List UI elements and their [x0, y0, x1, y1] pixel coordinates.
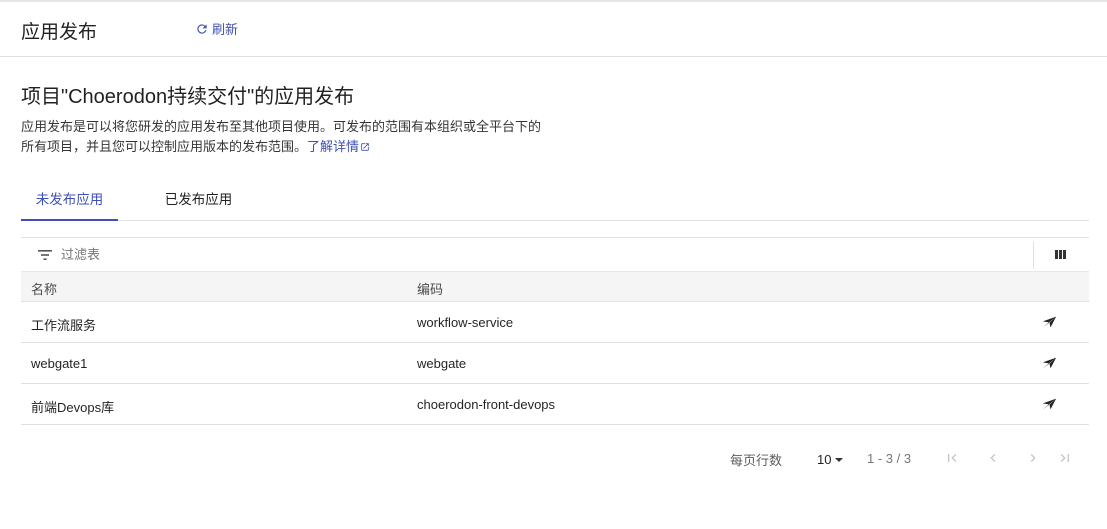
tab-unpublished-apps[interactable]: 未发布应用 [21, 181, 118, 221]
refresh-button[interactable]: 刷新 [195, 19, 238, 38]
refresh-label: 刷新 [212, 22, 239, 37]
filter-input[interactable] [61, 247, 361, 262]
page-description: 应用发布是可以将您研发的应用发布至其他项目使用。可发布的范围有本组织或全平台下的… [21, 117, 541, 157]
cell-name: 前端Devops库 [31, 400, 115, 415]
cell-code: workflow-service [417, 315, 514, 330]
table-row: 前端Devops库 choerodon-front-devops [21, 384, 1089, 425]
cell-code: webgate [417, 356, 467, 371]
chevron-right-icon[interactable] [1025, 450, 1041, 466]
page-header: 应用发布 刷新 [0, 2, 1107, 57]
page-size-select[interactable]: 10 [817, 452, 844, 467]
table-row: 工作流服务 workflow-service [21, 302, 1089, 343]
table-header: 名称 编码 [21, 271, 1089, 302]
tab-published-apps[interactable]: 已发布应用 [151, 181, 246, 221]
page-range: 1 - 3 / 3 [867, 451, 912, 466]
rows-per-page-label: 每页行数 [730, 453, 783, 468]
chevron-left-icon[interactable] [985, 450, 1001, 466]
toolbar-divider [1033, 242, 1034, 269]
apps-table: 名称 编码 工作流服务 workflow-service webgate1 we… [21, 271, 1089, 425]
filter-icon [38, 250, 52, 260]
first-page-icon[interactable] [944, 450, 960, 466]
pagination: 每页行数 10 1 - 3 / 3 [0, 450, 1107, 470]
column-header-name[interactable]: 名称 [31, 279, 57, 298]
tab-bar: 未发布应用 已发布应用 [21, 181, 1089, 221]
header-title: 应用发布 [21, 22, 98, 43]
refresh-icon [197, 23, 207, 34]
filter-bar [21, 237, 1089, 272]
caret-down-icon [835, 457, 844, 462]
send-icon[interactable] [1041, 355, 1058, 371]
description-text: 应用发布是可以将您研发的应用发布至其他项目使用。可发布的范围有本组织或全平台下的… [21, 119, 542, 154]
send-icon[interactable] [1041, 314, 1058, 330]
column-header-code[interactable]: 编码 [417, 279, 443, 298]
columns-icon[interactable] [1055, 249, 1067, 261]
learn-more-link[interactable]: 了解详情 [307, 139, 370, 154]
cell-code: choerodon-front-devops [417, 397, 556, 412]
external-link-icon [361, 143, 369, 151]
send-icon[interactable] [1041, 396, 1058, 412]
last-page-icon[interactable] [1057, 450, 1073, 466]
page-title: 项目"Choerodon持续交付"的应用发布 [21, 86, 355, 108]
cell-name: webgate1 [31, 356, 88, 371]
cell-name: 工作流服务 [31, 318, 97, 333]
page-size-value: 10 [817, 452, 832, 467]
table-row: webgate1 webgate [21, 343, 1089, 384]
learn-more-label: 了解详情 [307, 139, 360, 154]
